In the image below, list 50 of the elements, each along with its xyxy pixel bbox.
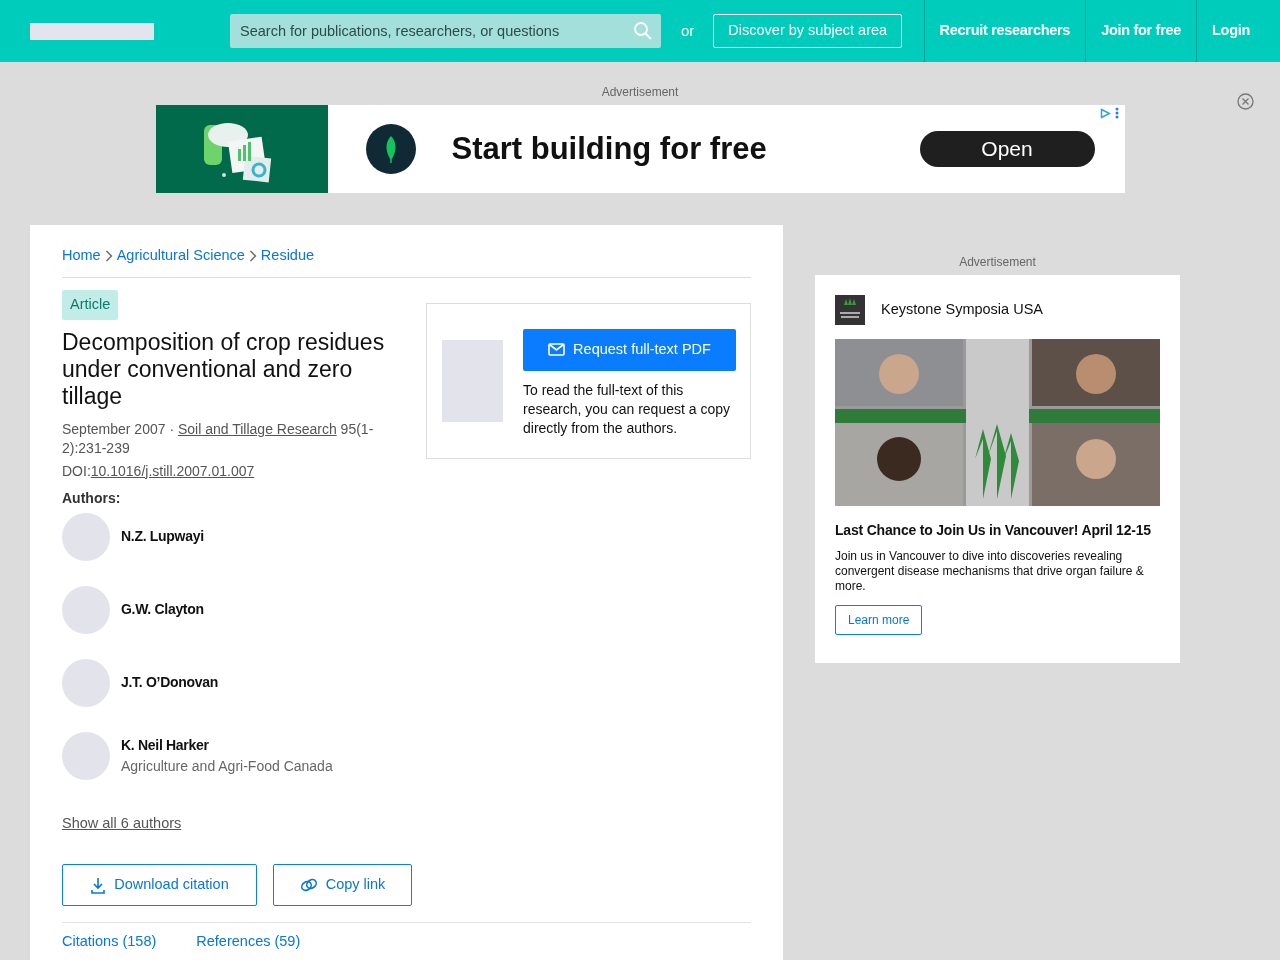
- author-affiliation: Agriculture and Agri-Food Canada: [121, 756, 333, 776]
- advertisement-label: Advertisement: [601, 84, 679, 101]
- ad-choices-icon[interactable]: [1099, 107, 1111, 119]
- breadcrumb-link[interactable]: Home: [62, 245, 101, 267]
- learn-more-button[interactable]: Learn more: [835, 605, 923, 635]
- ad-headline: Last Chance to Join Us in Vancouver! April 12-15: [835, 521, 1152, 540]
- breadcrumb-link[interactable]: Agricultural Science: [116, 245, 245, 267]
- open-button[interactable]: Open: [919, 131, 1095, 167]
- tab[interactable]: Citations (158): [62, 931, 157, 953]
- breadcrumb-link[interactable]: Residue: [260, 245, 315, 267]
- request-description: To read the full-text of this research, you can request a copy directly from the authors.: [523, 380, 731, 438]
- leaf-logo-icon: [365, 124, 416, 174]
- mail-icon: [548, 343, 566, 357]
- author-name[interactable]: N.Z. Lupwayi: [121, 526, 204, 547]
- chevron-icon: [104, 249, 113, 262]
- ad-headline: Start building for free: [451, 129, 767, 168]
- advertisement-label: Advertisement: [959, 254, 1036, 271]
- banner-ad[interactable]: Start building for free Open: [155, 105, 1125, 193]
- chevron-icon: [248, 249, 257, 262]
- search-field[interactable]: Search for publications, researchers, or questions: [230, 14, 661, 48]
- or-label: or: [681, 20, 695, 41]
- ad-description: Join us in Vancouver to dive into discoveries revealing convergent disease mechanisms that drive organ failure & more.: [835, 549, 1145, 594]
- article-title: Decomposition of crop residues under conventional and zero tillage: [62, 328, 386, 410]
- link-icon: [299, 878, 318, 893]
- close-icon[interactable]: [1237, 93, 1254, 110]
- journal-link[interactable]: Soil and Tillage Research: [177, 420, 337, 437]
- article-type-badge: Article: [62, 289, 119, 320]
- author-name[interactable]: J.T. O’Donovan: [121, 672, 218, 693]
- copy-link-button[interactable]: Copy link: [273, 864, 412, 907]
- avatar: [62, 512, 110, 561]
- download-icon: [90, 876, 107, 894]
- advertiser-name: Keystone Symposia USA: [881, 300, 1043, 320]
- download-citation-button[interactable]: Download citation: [62, 864, 257, 907]
- tab[interactable]: References (59): [196, 931, 301, 953]
- logo-placeholder[interactable]: [30, 22, 154, 40]
- avatar: [62, 585, 110, 634]
- avatar: [62, 658, 110, 707]
- show-all-authors-link[interactable]: Show all 6 authors: [62, 812, 182, 835]
- publication-info: September 2007 · Soil and Tillage Research 95(1-2):231-239: [62, 419, 375, 458]
- author-name[interactable]: G.W. Clayton: [121, 599, 204, 620]
- more-icon[interactable]: [1114, 107, 1119, 119]
- tree-logo-icon: [835, 295, 865, 325]
- search-icon[interactable]: [633, 21, 653, 41]
- author-name[interactable]: K. Neil Harker: [121, 734, 333, 756]
- doi-text: DOI:10.1016/j.still.2007.01.007: [62, 461, 256, 481]
- authors-label: Authors:: [62, 488, 122, 508]
- request-pdf-button[interactable]: Request full-text PDF: [523, 328, 736, 371]
- sponsored-ad-card[interactable]: Keystone Symposia USA Last Chance to Join Us in Vancouver! April 12-15 Join us in Vancouver to dive into discoveries revealing convergent disease mechanisms that drive organ failure & more. Learn more: [815, 275, 1180, 663]
- avatar: [62, 731, 110, 780]
- doi-link[interactable]: 10.1016/j.still.2007.01.007: [90, 462, 255, 479]
